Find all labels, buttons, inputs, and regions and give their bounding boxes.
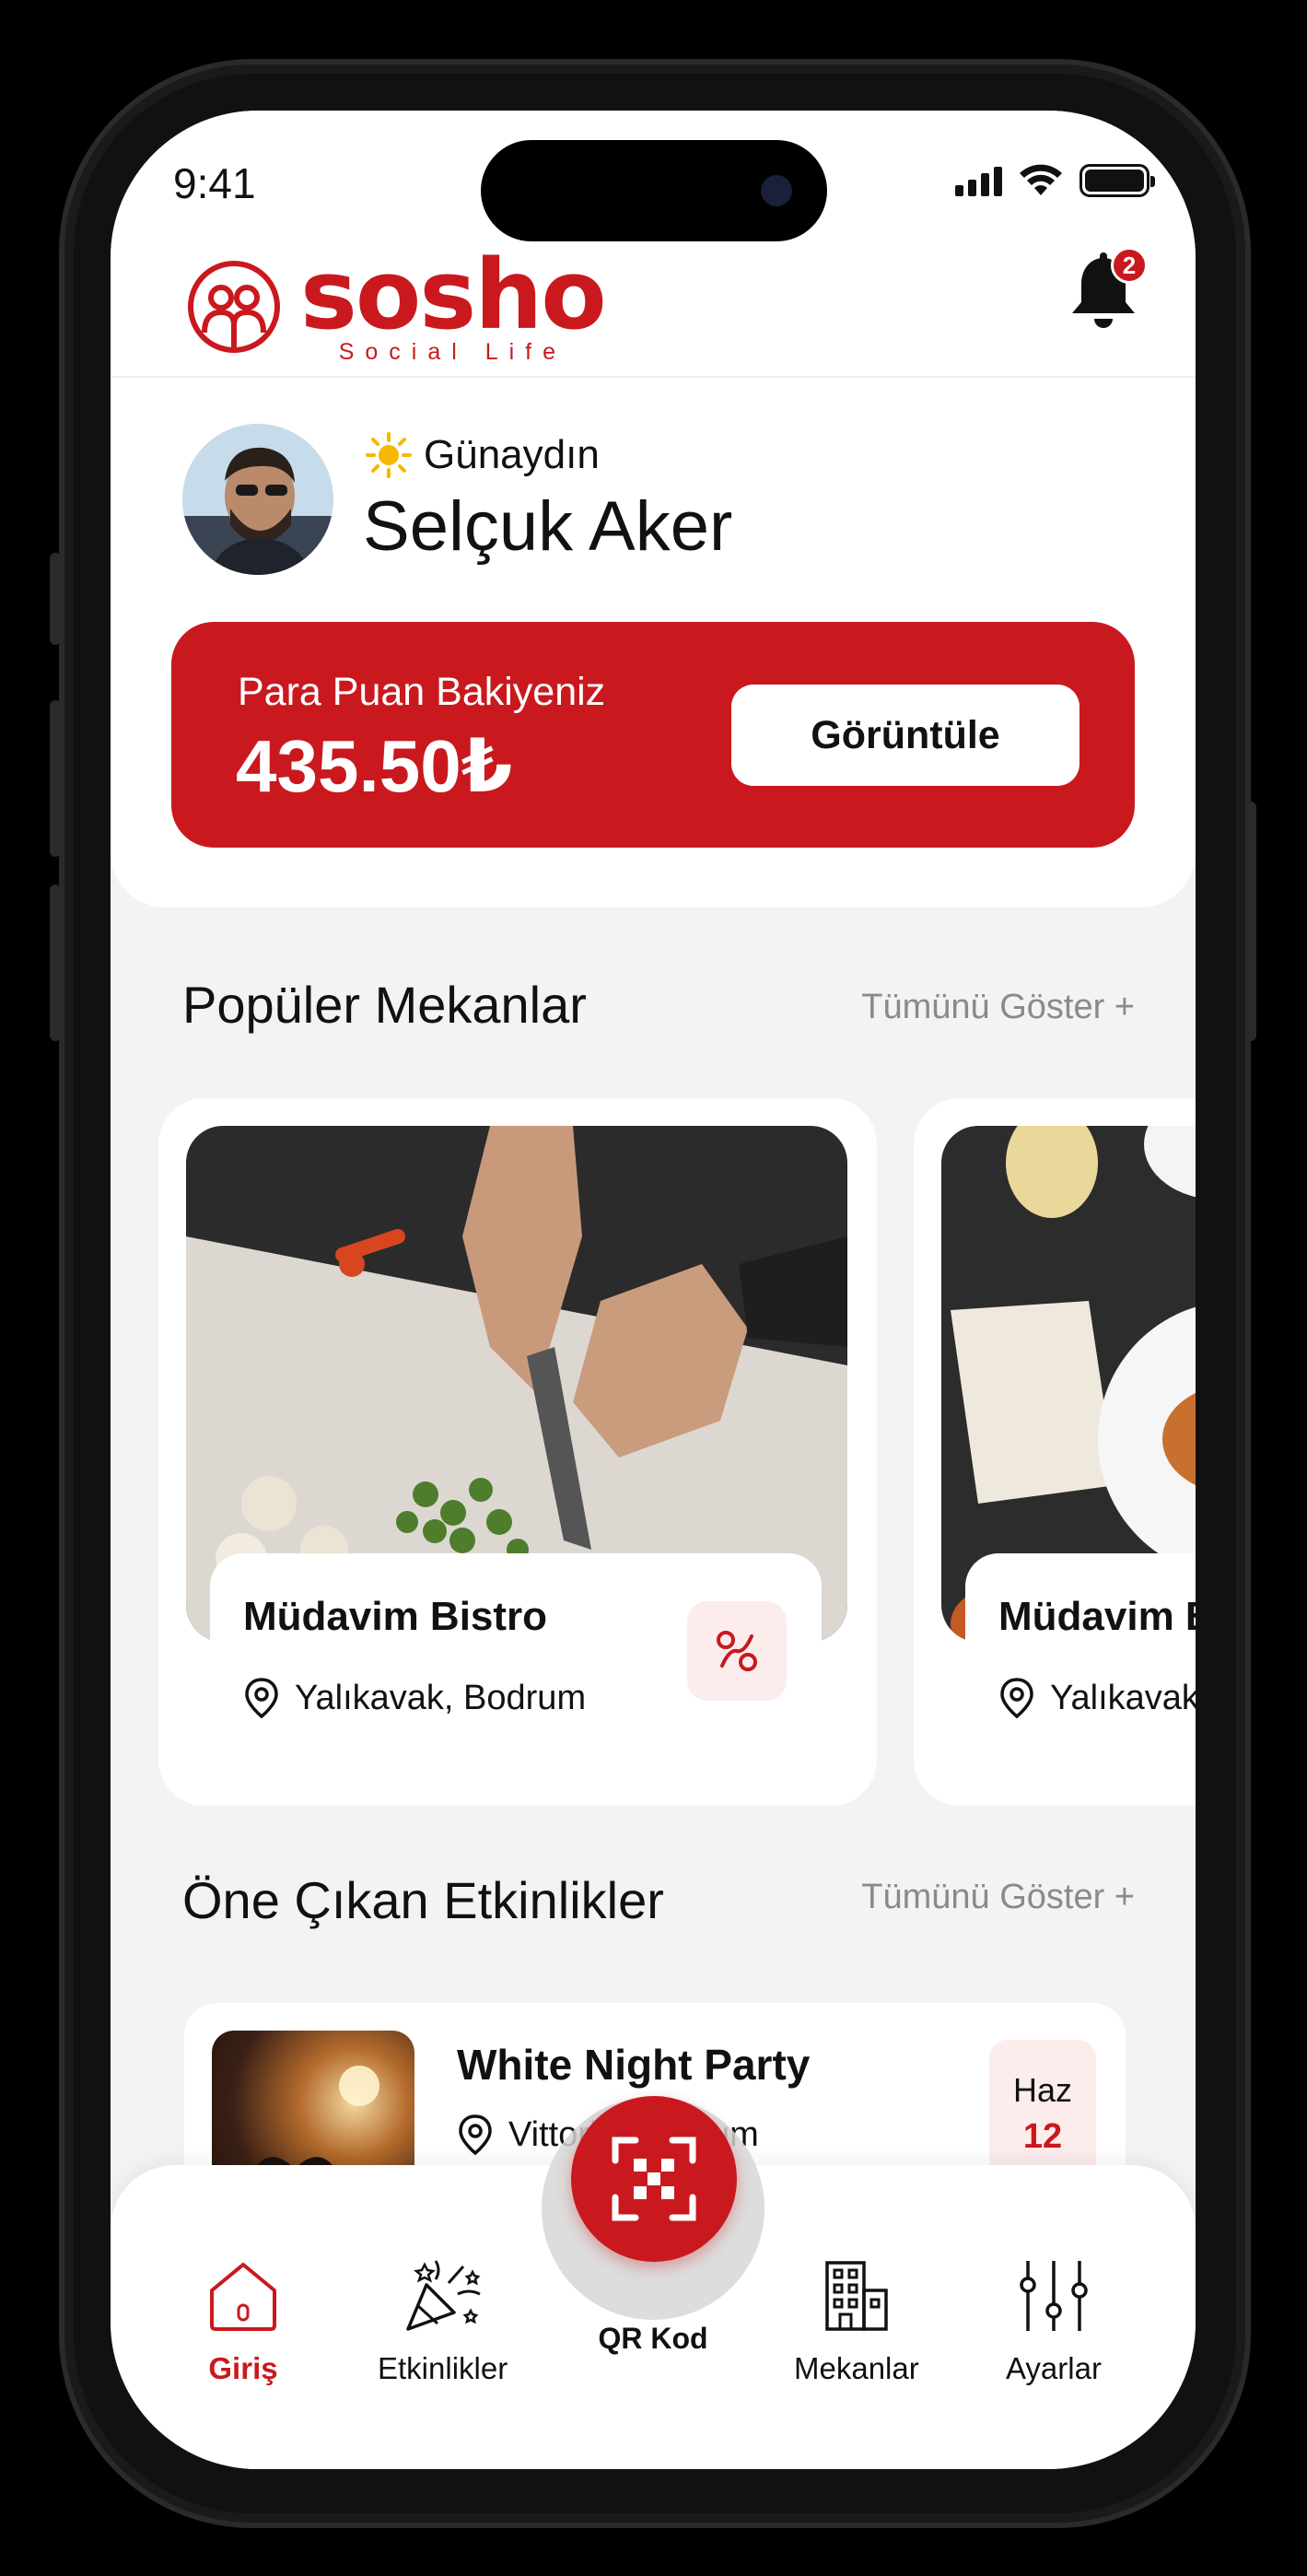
location-pin-icon (1000, 1678, 1033, 1719)
power-button (1245, 802, 1256, 1041)
status-time: 9:41 (173, 159, 256, 207)
brand-tagline: Social Life (338, 339, 567, 365)
qr-code-button[interactable] (571, 2096, 737, 2262)
event-day: 12 (1022, 2116, 1063, 2156)
signal-icon (955, 165, 1002, 196)
popular-venues-see-all[interactable]: Tümünü Göster + (861, 988, 1135, 1027)
discount-icon (717, 1631, 757, 1671)
tab-events-label: Etkinlikler (378, 2351, 508, 2385)
balance-label: Para Puan Bakiyeniz (238, 670, 606, 714)
notifications-button[interactable]: 2 (1067, 247, 1149, 330)
balance-card: Para Puan Bakiyeniz 435.50₺ Görüntüle (171, 622, 1135, 848)
venue-location-text: Yalıkavak, Bodrum (1050, 1678, 1196, 1717)
event-title: White Night Party (457, 2041, 811, 2089)
action-button (50, 553, 61, 645)
dynamic-island (481, 140, 827, 241)
avatar[interactable] (182, 424, 333, 575)
greeting: Günaydın (365, 431, 600, 479)
view-balance-button[interactable]: Görüntüle (731, 685, 1079, 786)
venue-location: Yalıkavak, Bodrum (998, 1677, 1196, 1719)
balance-value: 435.50₺ (236, 725, 513, 807)
venue-name: Müdavim Bistro (998, 1594, 1196, 1639)
tab-venues-label: Mekanlar (794, 2351, 919, 2385)
featured-events-see-all[interactable]: Tümünü Göster + (861, 1878, 1135, 1917)
volume-up-button (50, 700, 61, 857)
battery-icon (1079, 164, 1155, 197)
venue-name: Müdavim Bistro (243, 1594, 548, 1639)
header-divider (111, 376, 1196, 378)
tab-settings-label: Ayarlar (1006, 2351, 1102, 2385)
user-name: Selçuk Aker (363, 487, 733, 566)
app-screen: 9:41 sosho Social Life 2 Günaydın Selçuk… (111, 111, 1196, 2469)
volume-down-button (50, 884, 61, 1041)
status-icons (955, 164, 1155, 197)
avatar-photo (182, 424, 333, 575)
location-pin-icon (459, 2114, 492, 2156)
wifi-icon (1020, 164, 1062, 195)
qr-scan-icon (612, 2137, 696, 2221)
brand-name: sosho (300, 239, 607, 351)
camera-icon (761, 175, 792, 206)
location-pin-icon (245, 1678, 278, 1719)
venue-info: Müdavim Bistro Yalıkavak, Bodrum (210, 1553, 822, 1774)
event-month: Haz (1012, 2070, 1073, 2109)
venue-card[interactable]: Müdavim Bistro Yalıkavak, Bodrum (158, 1098, 877, 1806)
tab-home-label: Giriş (208, 2351, 278, 2385)
sun-icon (366, 432, 412, 478)
notification-badge: 2 (1111, 247, 1148, 284)
venue-info: Müdavim Bistro Yalıkavak, Bodrum (965, 1553, 1196, 1774)
venue-location: Yalıkavak, Bodrum (243, 1677, 586, 1719)
header-area: 9:41 sosho Social Life 2 Günaydın Selçuk… (111, 111, 1196, 907)
greeting-text: Günaydın (424, 432, 600, 477)
qr-code-label[interactable]: QR Kod (111, 2322, 1196, 2356)
venue-card[interactable]: Müdavim Bistro Yalıkavak, Bodrum (914, 1098, 1196, 1806)
venue-location-text: Yalıkavak, Bodrum (295, 1678, 587, 1717)
logo-icon (188, 260, 280, 353)
app-logo: sosho Social Life (186, 239, 607, 366)
featured-events-title: Öne Çıkan Etkinlikler (182, 1871, 664, 1929)
popular-venues-title: Popüler Mekanlar (182, 976, 587, 1034)
discount-badge[interactable] (687, 1601, 787, 1701)
